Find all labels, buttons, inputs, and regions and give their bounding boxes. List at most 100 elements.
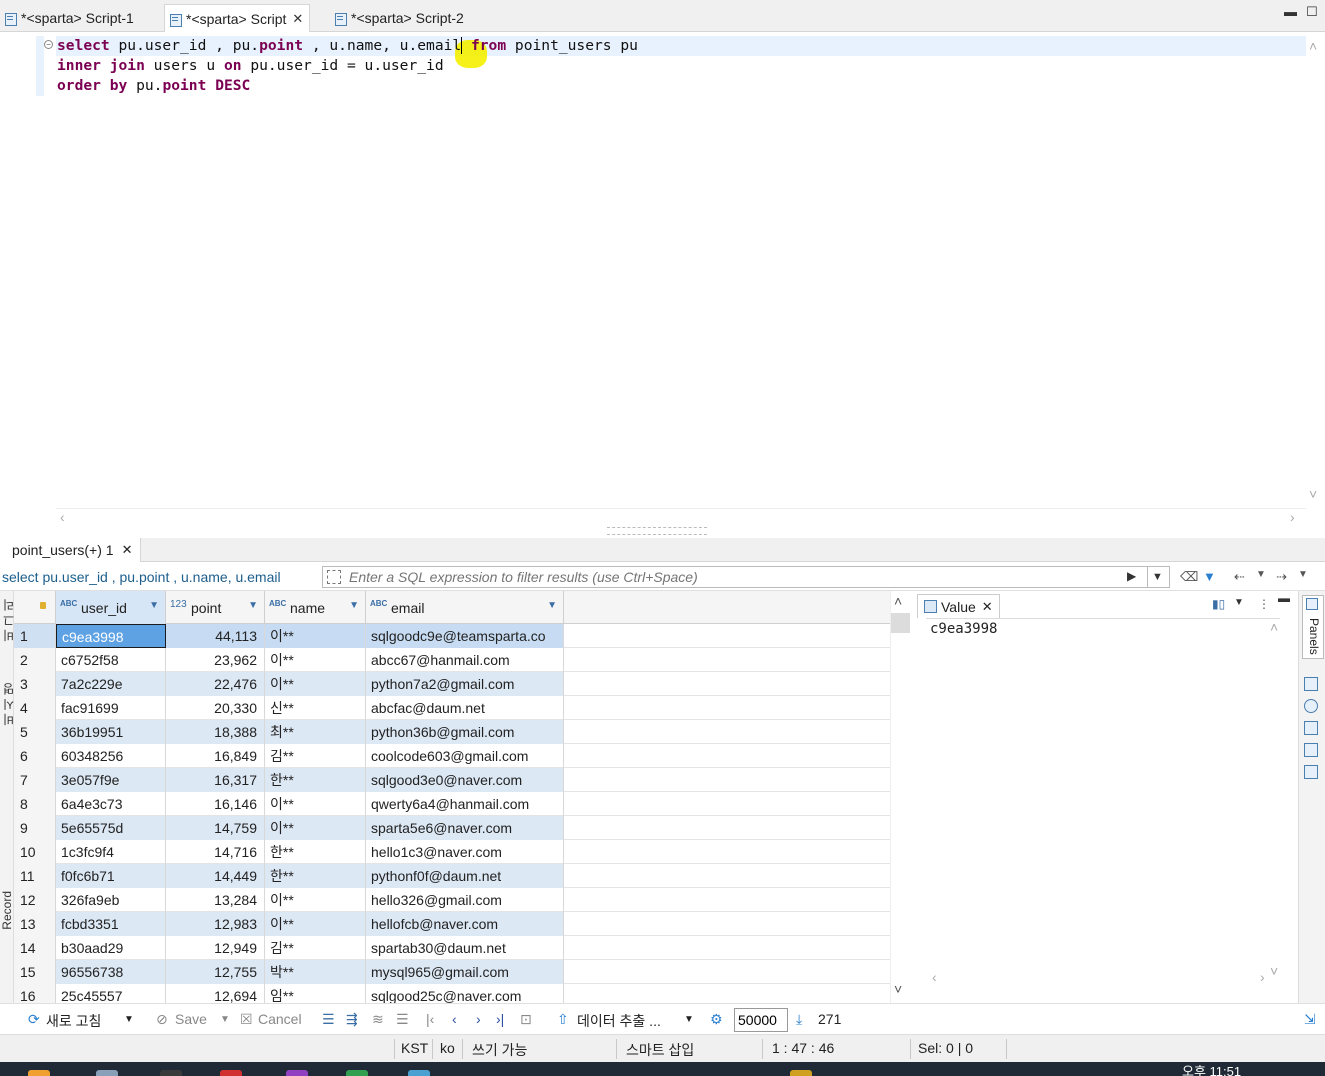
table-row[interactable]: 5 36b19951 18,388 최** python36b@gmail.com: [14, 720, 890, 744]
save-dropdown-icon[interactable]: ▼: [220, 1014, 230, 1025]
viewer-dropdown-icon[interactable]: ▼: [1234, 597, 1244, 608]
cell-point[interactable]: 44,113: [166, 624, 265, 648]
cell-user-id[interactable]: c9ea3998: [56, 624, 166, 648]
filter-history-dropdown[interactable]: ▼: [1147, 567, 1167, 587]
delete-row-icon[interactable]: ☰: [396, 1011, 409, 1028]
cell-user-id[interactable]: 36b19951: [56, 720, 166, 744]
export-dropdown-icon[interactable]: ▼: [684, 1014, 694, 1025]
splitter-handle[interactable]: [607, 527, 707, 535]
panel-toggle-icon[interactable]: ⇲: [1304, 1011, 1316, 1028]
scroll-down-icon[interactable]: ˅: [1309, 486, 1317, 502]
row-number-cell[interactable]: 3: [14, 672, 56, 696]
cell-email[interactable]: abcfac@daum.net: [366, 696, 564, 720]
row-number-cell[interactable]: 10: [14, 840, 56, 864]
cell-user-id[interactable]: f0fc6b71: [56, 864, 166, 888]
layout-icon[interactable]: [1304, 765, 1318, 779]
scroll-right-icon[interactable]: ›: [1260, 969, 1265, 985]
metadata-icon[interactable]: [1304, 699, 1318, 713]
cell-email[interactable]: mysql965@gmail.com: [366, 960, 564, 984]
filter-box[interactable]: ▶ ▼: [322, 566, 1170, 588]
taskbar-app-icon[interactable]: [286, 1070, 308, 1076]
table-row[interactable]: 4 fac91699 20,330 신** abcfac@daum.net: [14, 696, 890, 720]
query-preview[interactable]: select pu.user_id , pu.point , u.name, u…: [2, 569, 281, 585]
tab-script-2[interactable]: *<sparta> Script-2: [330, 4, 470, 32]
cell-point[interactable]: 13,284: [166, 888, 265, 912]
cell-email[interactable]: coolcode603@gmail.com: [366, 744, 564, 768]
cell-point[interactable]: 12,949: [166, 936, 265, 960]
filter-icon[interactable]: ▼: [1203, 569, 1216, 584]
cell-name[interactable]: 이**: [265, 648, 366, 672]
edit-row-icon[interactable]: ☰: [322, 1011, 335, 1028]
table-row[interactable]: 13 fcbd3351 12,983 이** hellofcb@naver.com: [14, 912, 890, 936]
cell-name[interactable]: 한**: [265, 864, 366, 888]
cell-name[interactable]: 한**: [265, 840, 366, 864]
scroll-left-icon[interactable]: ‹: [932, 969, 937, 985]
cell-name[interactable]: 이**: [265, 912, 366, 936]
panel-splitter[interactable]: [0, 526, 1325, 538]
table-row[interactable]: 3 7a2c229e 22,476 이** python7a2@gmail.com: [14, 672, 890, 696]
cell-email[interactable]: python36b@gmail.com: [366, 720, 564, 744]
taskbar-app-icon[interactable]: [220, 1070, 242, 1076]
taskbar-app-icon[interactable]: [160, 1070, 182, 1076]
row-number-cell[interactable]: 9: [14, 816, 56, 840]
cell-user-id[interactable]: 6a4e3c73: [56, 792, 166, 816]
table-row[interactable]: 1 c9ea3998 44,113 이** sqlgoodc9e@teamsparta.…: [14, 624, 890, 648]
table-row[interactable]: 6 60348256 16,849 김** coolcode603@gmail.com: [14, 744, 890, 768]
references-icon[interactable]: [1304, 743, 1318, 757]
next-page-icon[interactable]: ›: [476, 1011, 481, 1027]
cell-name[interactable]: 최**: [265, 720, 366, 744]
cell-user-id[interactable]: c6752f58: [56, 648, 166, 672]
editor-vertical-scrollbar[interactable]: ˄ ˅: [1305, 38, 1325, 508]
first-page-icon[interactable]: |‹: [426, 1011, 434, 1027]
cell-name[interactable]: 이**: [265, 792, 366, 816]
table-row[interactable]: 9 5e65575d 14,759 이** sparta5e6@naver.com: [14, 816, 890, 840]
taskbar-app-icon[interactable]: [96, 1070, 118, 1076]
column-header-name[interactable]: ABC name ▼: [265, 591, 366, 624]
last-page-icon[interactable]: ›|: [496, 1011, 504, 1027]
cell-user-id[interactable]: 7a2c229e: [56, 672, 166, 696]
export-button[interactable]: 데이터 추출 ...: [577, 1011, 661, 1031]
cell-user-id[interactable]: 60348256: [56, 744, 166, 768]
copy-row-icon[interactable]: ≋: [372, 1011, 384, 1028]
cell-email[interactable]: python7a2@gmail.com: [366, 672, 564, 696]
row-number-cell[interactable]: 4: [14, 696, 56, 720]
group-by-icon[interactable]: [1304, 677, 1318, 691]
forward-icon[interactable]: ⇢: [1276, 569, 1287, 585]
row-number-cell[interactable]: 6: [14, 744, 56, 768]
maximize-icon[interactable]: ☐: [1306, 4, 1318, 20]
minimize-icon[interactable]: ▬: [1278, 591, 1290, 605]
cell-email[interactable]: spartab30@daum.net: [366, 936, 564, 960]
cell-email[interactable]: pythonf0f@daum.net: [366, 864, 564, 888]
table-row[interactable]: 10 1c3fc9f4 14,716 한** hello1c3@naver.com: [14, 840, 890, 864]
cell-point[interactable]: 22,476: [166, 672, 265, 696]
refresh-dropdown-icon[interactable]: ▼: [124, 1014, 134, 1025]
value-viewer[interactable]: c9ea3998 ˄ ˅ ‹ ›: [926, 618, 1280, 985]
expand-icon[interactable]: [327, 570, 341, 584]
cell-name[interactable]: 박**: [265, 960, 366, 984]
cell-point[interactable]: 20,330: [166, 696, 265, 720]
minimize-icon[interactable]: ▬: [1284, 4, 1297, 19]
row-number-cell[interactable]: 8: [14, 792, 56, 816]
filter-input[interactable]: [349, 568, 1119, 586]
cell-email[interactable]: qwerty6a4@hanmail.com: [366, 792, 564, 816]
column-header-point[interactable]: 123 point ▼: [166, 591, 265, 624]
row-number-cell[interactable]: 2: [14, 648, 56, 672]
cell-point[interactable]: 14,759: [166, 816, 265, 840]
row-number-cell[interactable]: 1: [14, 624, 56, 648]
save-button[interactable]: Save: [175, 1011, 207, 1027]
row-number-cell[interactable]: 11: [14, 864, 56, 888]
row-number-cell[interactable]: 7: [14, 768, 56, 792]
cell-point[interactable]: 16,317: [166, 768, 265, 792]
cell-email[interactable]: sqlgood3e0@naver.com: [366, 768, 564, 792]
code-line-2[interactable]: inner join users u on pu.user_id = u.use…: [57, 56, 444, 76]
column-header-email[interactable]: ABC email ▼: [366, 591, 564, 624]
sort-dropdown-icon[interactable]: ▼: [547, 600, 557, 611]
taskbar-app-icon[interactable]: [28, 1070, 50, 1076]
cell-name[interactable]: 김**: [265, 744, 366, 768]
table-row[interactable]: 15 96556738 12,755 박** mysql965@gmail.com: [14, 960, 890, 984]
forward-dropdown-icon[interactable]: ▼: [1298, 569, 1308, 580]
table-row[interactable]: 11 f0fc6b71 14,449 한** pythonf0f@daum.net: [14, 864, 890, 888]
cell-user-id[interactable]: fcbd3351: [56, 912, 166, 936]
tab-value[interactable]: Value ✕: [917, 594, 1000, 618]
cell-point[interactable]: 14,449: [166, 864, 265, 888]
